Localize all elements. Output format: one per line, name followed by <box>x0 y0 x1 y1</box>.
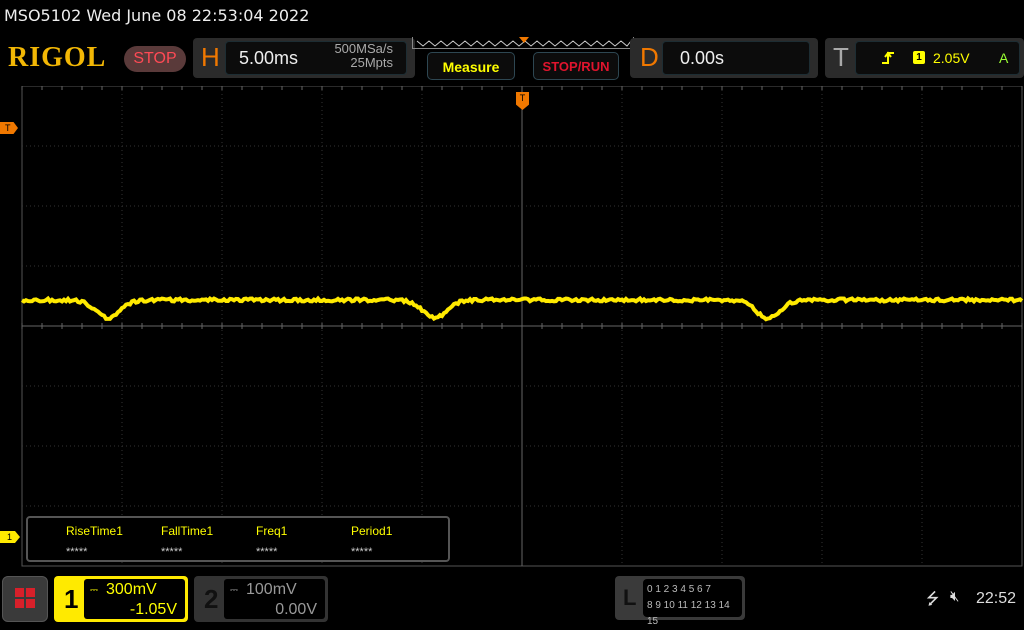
measurement-label: FallTime1 <box>161 524 213 538</box>
trigger-panel[interactable]: T 1 2.05V A <box>825 38 1024 78</box>
main-menu-button[interactable] <box>2 576 48 622</box>
channel2-panel[interactable]: 2 ⎓ 100mV 0.00V <box>194 576 328 622</box>
waveform-display[interactable] <box>0 86 1024 568</box>
channel1-scale: 300mV <box>106 581 157 599</box>
measurement-label: Period1 <box>351 524 392 538</box>
dc-coupling-icon: ⎓ <box>90 585 98 596</box>
logic-panel[interactable]: L 0 1 2 3 4 5 6 78 9 10 11 12 13 14 15 <box>615 576 745 620</box>
channel2-scale: 100mV <box>246 581 297 599</box>
delay-panel[interactable]: D 0.00s <box>630 38 818 78</box>
sample-rate: 500MSa/s <box>334 42 393 56</box>
measurement-panel: RiseTime1 ***** FallTime1 ***** Freq1 **… <box>26 516 450 562</box>
dc-coupling-icon: ⎓ <box>230 585 238 596</box>
rigol-logo: RIGOL <box>8 42 106 74</box>
title-bar: MSO5102 Wed June 08 22:53:04 2022 <box>4 6 309 25</box>
measurement-value: ***** <box>351 546 372 558</box>
delay-letter: D <box>640 42 659 73</box>
trigger-letter: T <box>833 42 849 73</box>
horizontal-panel[interactable]: H 5.00ms 500MSa/s 25Mpts <box>193 38 415 78</box>
rising-edge-icon <box>881 51 895 65</box>
status-clock: 22:52 <box>976 590 1016 608</box>
memory-depth: 25Mpts <box>334 56 393 70</box>
channel2-offset: 0.00V <box>275 601 317 619</box>
grid-menu-icon <box>3 577 47 621</box>
stop-run-button[interactable]: STOP/RUN <box>533 52 619 80</box>
channel1-number: 1 <box>64 584 78 615</box>
horizontal-letter: H <box>201 42 220 73</box>
logic-channels-row2: 8 9 10 11 12 13 14 15 <box>647 598 738 630</box>
trigger-source-badge: 1 <box>913 51 925 64</box>
run-state-badge[interactable]: STOP <box>124 46 186 72</box>
measurement-value: ***** <box>256 546 277 558</box>
measurement-value: ***** <box>66 546 87 558</box>
usb-icon: ⭍ <box>926 588 939 615</box>
logic-letter: L <box>623 585 636 611</box>
trigger-mode: A <box>999 50 1008 66</box>
trigger-position-marker <box>519 37 529 43</box>
trigger-level: 2.05V <box>933 50 970 66</box>
channel1-offset: -1.05V <box>130 601 177 619</box>
mute-icon[interactable]: 🔇︎ <box>950 588 959 605</box>
measurement-label: RiseTime1 <box>66 524 123 538</box>
measurement-label: Freq1 <box>256 524 287 538</box>
delay-value: 0.00s <box>680 48 724 69</box>
memory-overview-bar[interactable] <box>412 37 634 49</box>
measurement-value: ***** <box>161 546 182 558</box>
timebase-value: 5.00ms <box>239 48 298 69</box>
channel1-panel[interactable]: 1 ⎓ 300mV -1.05V <box>54 576 188 622</box>
measure-button[interactable]: Measure <box>427 52 515 80</box>
logic-channels-row1: 0 1 2 3 4 5 6 7 <box>647 582 738 598</box>
channel2-number: 2 <box>204 584 218 615</box>
